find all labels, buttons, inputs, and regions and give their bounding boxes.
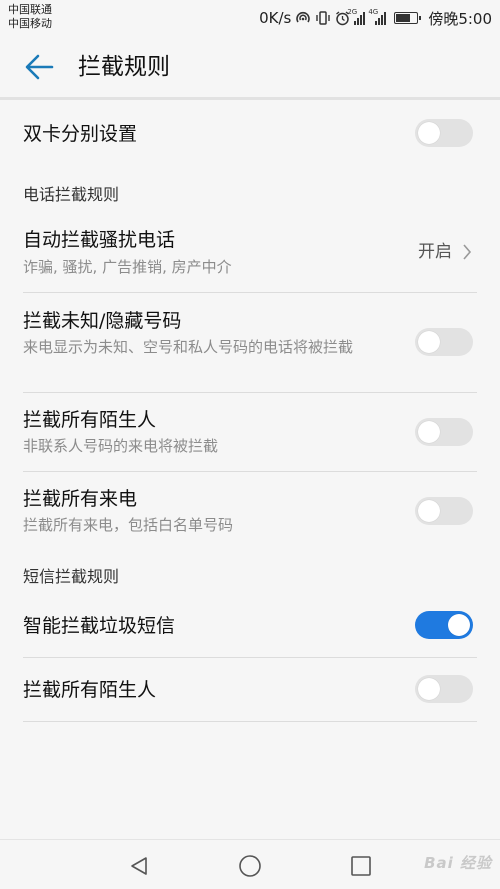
status-icons: 0K/s 2G 4G 傍晚5:00 <box>259 7 492 29</box>
toggle-knob <box>448 614 470 636</box>
app-header: 拦截规则 <box>0 36 500 98</box>
rule-subtitle: 诈骗, 骚扰, 广告推销, 房产中介 <box>23 258 232 276</box>
call-rule-unknown[interactable]: 拦截未知/隐藏号码 来电显示为未知、空号和私人号码的电话将被拦截 <box>0 293 500 392</box>
vibrate-icon <box>315 11 331 25</box>
square-recents-icon <box>351 856 371 876</box>
navigation-bar: Bai 经验 <box>0 839 500 889</box>
all-calls-toggle[interactable] <box>415 497 473 525</box>
rule-title: 拦截所有陌生人 <box>23 409 157 431</box>
nav-home-button[interactable] <box>237 853 263 879</box>
rule-title: 拦截所有陌生人 <box>23 679 157 701</box>
dual-sim-toggle[interactable] <box>415 119 473 147</box>
circle-home-icon <box>239 855 261 877</box>
call-rule-strangers[interactable]: 拦截所有陌生人 非联系人号码的来电将被拦截 <box>0 393 500 471</box>
carrier-2: 中国移动 <box>8 17 52 30</box>
unknown-number-toggle[interactable] <box>415 328 473 356</box>
status-bar: 中国联通 中国移动 0K/s 2G 4G 傍晚5:00 <box>0 0 500 36</box>
strangers-sms-toggle[interactable] <box>415 675 473 703</box>
dual-sim-row[interactable]: 双卡分别设置 <box>0 100 500 168</box>
arrow-left-icon <box>25 54 54 80</box>
toggle-knob <box>418 331 440 353</box>
toggle-knob <box>418 500 440 522</box>
nav-recents-button[interactable] <box>348 853 374 879</box>
spam-sms-toggle[interactable] <box>415 611 473 639</box>
call-rule-auto-block[interactable]: 自动拦截骚扰电话 诈骗, 骚扰, 广告推销, 房产中介 开启 <box>0 212 500 292</box>
strangers-call-toggle[interactable] <box>415 418 473 446</box>
toggle-knob <box>418 122 440 144</box>
rule-title: 自动拦截骚扰电话 <box>23 229 176 251</box>
call-rules-header: 电话拦截规则 <box>23 185 120 204</box>
rule-subtitle: 非联系人号码的来电将被拦截 <box>23 437 219 455</box>
dual-sim-label: 双卡分别设置 <box>23 123 138 145</box>
rule-title: 拦截所有来电 <box>23 488 138 510</box>
signal-1-icon: 2G <box>347 8 366 25</box>
triangle-back-icon <box>131 857 147 875</box>
toggle-knob <box>418 678 440 700</box>
hotspot-icon <box>295 11 311 25</box>
network-speed: 0K/s <box>259 9 292 27</box>
page-title: 拦截规则 <box>78 54 170 80</box>
toggle-knob <box>418 421 440 443</box>
rule-subtitle: 来电显示为未知、空号和私人号码的电话将被拦截 <box>23 338 354 356</box>
network-tag-2: 4G <box>368 7 379 16</box>
nav-back-button[interactable] <box>126 853 152 879</box>
signal-2-icon: 4G <box>368 8 387 25</box>
network-tag-1: 2G <box>347 7 358 16</box>
back-button[interactable] <box>22 50 56 84</box>
chevron-right-icon <box>459 241 475 263</box>
watermark: Bai 经验 <box>424 854 492 872</box>
rule-title: 拦截未知/隐藏号码 <box>23 310 182 332</box>
call-rule-all[interactable]: 拦截所有来电 拦截所有来电，包括白名单号码 <box>0 472 500 550</box>
rule-subtitle: 拦截所有来电，包括白名单号码 <box>23 516 234 534</box>
sms-rule-strangers[interactable]: 拦截所有陌生人 <box>0 658 500 721</box>
rule-title: 智能拦截垃圾短信 <box>23 615 176 637</box>
rule-value: 开启 <box>418 242 452 262</box>
clock: 傍晚5:00 <box>428 9 492 28</box>
divider <box>23 721 477 722</box>
battery-icon <box>394 12 422 24</box>
sms-rule-spam[interactable]: 智能拦截垃圾短信 <box>0 592 500 657</box>
carrier-1: 中国联通 <box>8 3 52 16</box>
sms-rules-header: 短信拦截规则 <box>23 567 120 586</box>
